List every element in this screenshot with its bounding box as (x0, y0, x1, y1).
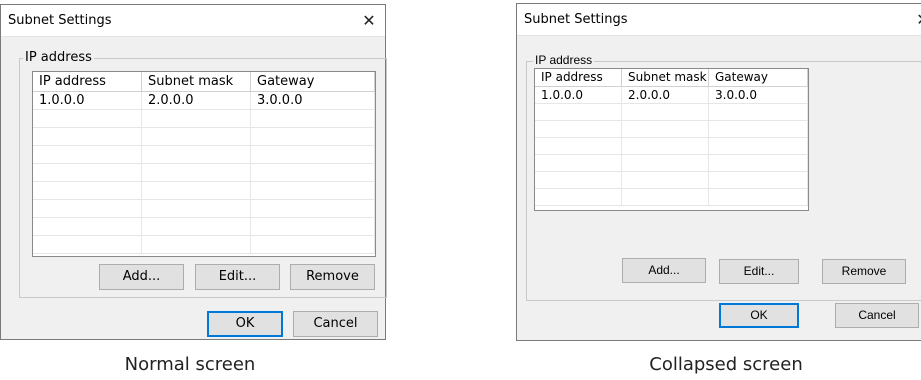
collapsed-screen-caption: Collapsed screen (649, 354, 803, 375)
table-cell (622, 104, 709, 120)
table-cell (535, 172, 622, 188)
remove-button[interactable]: Remove (822, 259, 906, 284)
table-cell (535, 155, 622, 171)
ip-address-group-label: IP address (533, 53, 595, 67)
column-header-gateway[interactable]: Gateway (251, 72, 375, 92)
close-icon[interactable]: ✕ (911, 10, 921, 29)
table-cell (535, 121, 622, 137)
table-cell (33, 146, 142, 163)
table-cell (709, 172, 808, 188)
table-cell (251, 146, 375, 163)
ip-address-list[interactable]: IP address Subnet mask Gateway 1.0.0.0 2.… (32, 71, 376, 257)
table-cell: 1.0.0.0 (33, 92, 142, 109)
ip-address-group-label: IP address (23, 50, 94, 65)
table-row[interactable]: 1.0.0.0 2.0.0.0 3.0.0.0 (33, 92, 375, 110)
ok-button[interactable]: OK (207, 311, 283, 337)
table-cell (709, 138, 808, 154)
table-cell (622, 189, 709, 205)
column-header-ip-address[interactable]: IP address (535, 69, 622, 87)
table-cell (142, 164, 251, 181)
table-row[interactable] (33, 128, 375, 146)
dialog-title: Subnet Settings (524, 12, 628, 27)
column-header-subnet-mask[interactable]: Subnet mask (622, 69, 709, 87)
table-cell (622, 155, 709, 171)
title-bar: Subnet Settings ✕ (517, 4, 921, 36)
title-bar: Subnet Settings ✕ (1, 5, 385, 37)
table-cell (33, 236, 142, 253)
edit-button[interactable]: Edit... (195, 264, 280, 290)
table-cell (33, 182, 142, 199)
table-row[interactable] (33, 236, 375, 254)
table-cell (142, 146, 251, 163)
table-cell (142, 236, 251, 253)
table-row[interactable] (33, 200, 375, 218)
add-button[interactable]: Add... (622, 258, 706, 283)
table-cell (622, 138, 709, 154)
table-row[interactable] (535, 121, 808, 138)
table-cell (33, 128, 142, 145)
close-icon[interactable]: ✕ (357, 11, 381, 30)
table-row[interactable] (33, 182, 375, 200)
table-cell (33, 218, 142, 235)
table-cell (535, 138, 622, 154)
column-header-ip-address[interactable]: IP address (33, 72, 142, 92)
table-cell: 3.0.0.0 (251, 92, 375, 109)
table-row[interactable] (535, 189, 808, 206)
table-cell (622, 172, 709, 188)
column-header-gateway[interactable]: Gateway (709, 69, 808, 87)
collapsed-dialog: Subnet Settings ✕ IP address IP address … (516, 3, 921, 341)
table-row[interactable] (535, 104, 808, 121)
table-cell (535, 104, 622, 120)
table-cell (622, 121, 709, 137)
normal-dialog: Subnet Settings ✕ IP address IP address … (0, 4, 387, 340)
table-cell (709, 155, 808, 171)
table-row[interactable] (33, 164, 375, 182)
table-cell: 2.0.0.0 (622, 87, 709, 103)
table-cell (142, 218, 251, 235)
table-cell (709, 121, 808, 137)
table-row[interactable] (535, 138, 808, 155)
table-row[interactable] (33, 110, 375, 128)
table-cell (33, 164, 142, 181)
table-row[interactable] (535, 172, 808, 189)
table-cell (33, 200, 142, 217)
table-cell (251, 110, 375, 127)
table-cell (142, 128, 251, 145)
table-cell (251, 236, 375, 253)
ip-address-list[interactable]: IP address Subnet mask Gateway 1.0.0.0 2.… (534, 68, 809, 211)
table-cell (251, 182, 375, 199)
table-cell (709, 189, 808, 205)
table-cell (251, 128, 375, 145)
table-cell: 3.0.0.0 (709, 87, 808, 103)
table-cell (142, 182, 251, 199)
table-cell (142, 110, 251, 127)
normal-screen-caption: Normal screen (124, 354, 256, 375)
table-cell: 1.0.0.0 (535, 87, 622, 103)
dialog-title: Subnet Settings (8, 13, 112, 28)
remove-button[interactable]: Remove (290, 264, 375, 290)
ok-button[interactable]: OK (719, 303, 799, 328)
table-cell (709, 104, 808, 120)
cancel-button[interactable]: Cancel (835, 303, 919, 328)
table-cell (251, 218, 375, 235)
table-cell (33, 110, 142, 127)
table-cell (251, 200, 375, 217)
table-row[interactable]: 1.0.0.0 2.0.0.0 3.0.0.0 (535, 87, 808, 104)
list-header: IP address Subnet mask Gateway (535, 69, 808, 87)
table-row[interactable] (33, 218, 375, 236)
add-button[interactable]: Add... (99, 264, 184, 290)
table-cell (535, 189, 622, 205)
column-header-subnet-mask[interactable]: Subnet mask (142, 72, 251, 92)
table-cell (251, 164, 375, 181)
cancel-button[interactable]: Cancel (293, 311, 378, 337)
list-header: IP address Subnet mask Gateway (33, 72, 375, 92)
table-cell (142, 200, 251, 217)
table-cell: 2.0.0.0 (142, 92, 251, 109)
table-row[interactable] (33, 146, 375, 164)
table-row[interactable] (535, 155, 808, 172)
edit-button[interactable]: Edit... (719, 259, 799, 284)
